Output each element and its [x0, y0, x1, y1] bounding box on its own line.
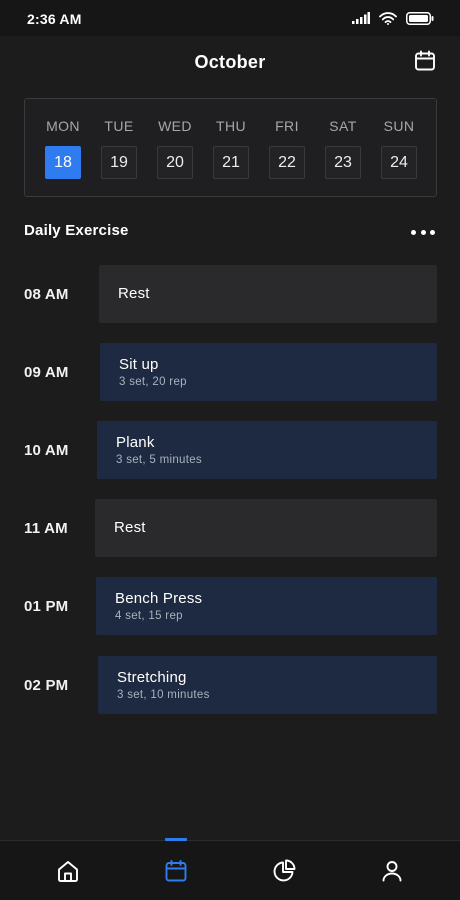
day-date[interactable]: 20: [157, 146, 193, 179]
exercise-card-stretching[interactable]: Stretching 3 set, 10 minutes: [98, 656, 437, 714]
status-time: 2:36 AM: [27, 11, 82, 27]
pie-chart-icon: [273, 859, 296, 882]
month-title: October: [194, 52, 266, 72]
bottom-nav: [0, 838, 460, 900]
exercise-name: Sit up: [119, 356, 159, 373]
nav-active-indicator: [165, 838, 187, 841]
day-tue[interactable]: TUE 19: [91, 99, 147, 198]
nav-home[interactable]: [38, 841, 98, 900]
day-thu[interactable]: THU 21: [203, 99, 259, 198]
day-date[interactable]: 24: [381, 146, 417, 179]
time-label: 01 PM: [24, 597, 69, 615]
time-label: 11 AM: [24, 519, 68, 537]
schedule-row: 01 PM Bench Press 4 set, 15 rep: [0, 577, 460, 635]
schedule-row: 08 AM Rest: [0, 265, 460, 323]
day-name: THU: [216, 118, 246, 134]
exercise-detail: 3 set, 20 rep: [119, 376, 187, 388]
schedule-row: 11 AM Rest: [0, 499, 460, 557]
exercise-card-rest[interactable]: Rest: [99, 265, 437, 323]
day-sun[interactable]: SUN 24: [371, 99, 427, 198]
exercise-name: Stretching: [117, 669, 187, 686]
wifi-icon: [379, 11, 397, 25]
schedule-row: 02 PM Stretching 3 set, 10 minutes: [0, 656, 460, 714]
day-name: FRI: [275, 118, 299, 134]
time-label: 08 AM: [24, 285, 69, 303]
day-wed[interactable]: WED 20: [147, 99, 203, 198]
exercise-detail: 3 set, 5 minutes: [116, 454, 202, 466]
day-name: TUE: [104, 118, 134, 134]
nav-calendar[interactable]: [146, 838, 206, 900]
more-options-button[interactable]: [411, 224, 435, 240]
day-mon[interactable]: MON 18: [35, 99, 91, 198]
day-date[interactable]: 21: [213, 146, 249, 179]
week-strip: MON 18 TUE 19 WED 20 THU 21 FRI 22 SAT 2…: [24, 98, 437, 197]
battery-icon: [406, 11, 434, 25]
day-date-selected[interactable]: 18: [45, 146, 81, 179]
exercise-card-rest[interactable]: Rest: [95, 499, 437, 557]
time-label: 02 PM: [24, 676, 69, 694]
exercise-detail: 4 set, 15 rep: [115, 610, 183, 622]
section-title: Daily Exercise: [24, 222, 129, 239]
nav-profile[interactable]: [362, 841, 422, 900]
day-date[interactable]: 22: [269, 146, 305, 179]
day-date[interactable]: 19: [101, 146, 137, 179]
schedule-row: 10 AM Plank 3 set, 5 minutes: [0, 421, 460, 479]
exercise-card-bench-press[interactable]: Bench Press 4 set, 15 rep: [96, 577, 437, 635]
time-label: 10 AM: [24, 441, 69, 459]
home-icon: [58, 861, 78, 882]
calendar-icon: [415, 50, 435, 71]
exercise-detail: 3 set, 10 minutes: [117, 689, 210, 701]
day-name: SUN: [383, 118, 415, 134]
status-icons: [352, 11, 434, 25]
more-dot-icon: [420, 229, 426, 235]
signal-icon: [352, 12, 370, 24]
schedule-row: 09 AM Sit up 3 set, 20 rep: [0, 343, 460, 401]
exercise-card-plank[interactable]: Plank 3 set, 5 minutes: [97, 421, 437, 479]
day-name: SAT: [329, 118, 357, 134]
exercise-name: Bench Press: [115, 590, 203, 607]
calendar-icon: [165, 860, 187, 882]
exercise-name: Rest: [114, 519, 146, 536]
time-label: 09 AM: [24, 363, 69, 381]
calendar-picker-button[interactable]: [413, 49, 437, 73]
nav-statistics[interactable]: [254, 841, 314, 900]
profile-icon: [382, 861, 402, 882]
day-name: MON: [46, 118, 80, 134]
app-screen: 2:36 AM October MON 18 TUE 19 WED 20 THU…: [0, 0, 460, 900]
exercise-name: Rest: [118, 285, 150, 302]
more-dot-icon: [430, 229, 435, 235]
exercise-name: Plank: [116, 434, 155, 451]
status-bar: 2:36 AM: [0, 0, 460, 36]
more-dot-icon: [411, 229, 416, 235]
day-date[interactable]: 23: [325, 146, 361, 179]
day-sat[interactable]: SAT 23: [315, 99, 371, 198]
day-name: WED: [158, 118, 192, 134]
day-fri[interactable]: FRI 22: [259, 99, 315, 198]
exercise-card-sit-up[interactable]: Sit up 3 set, 20 rep: [100, 343, 437, 401]
